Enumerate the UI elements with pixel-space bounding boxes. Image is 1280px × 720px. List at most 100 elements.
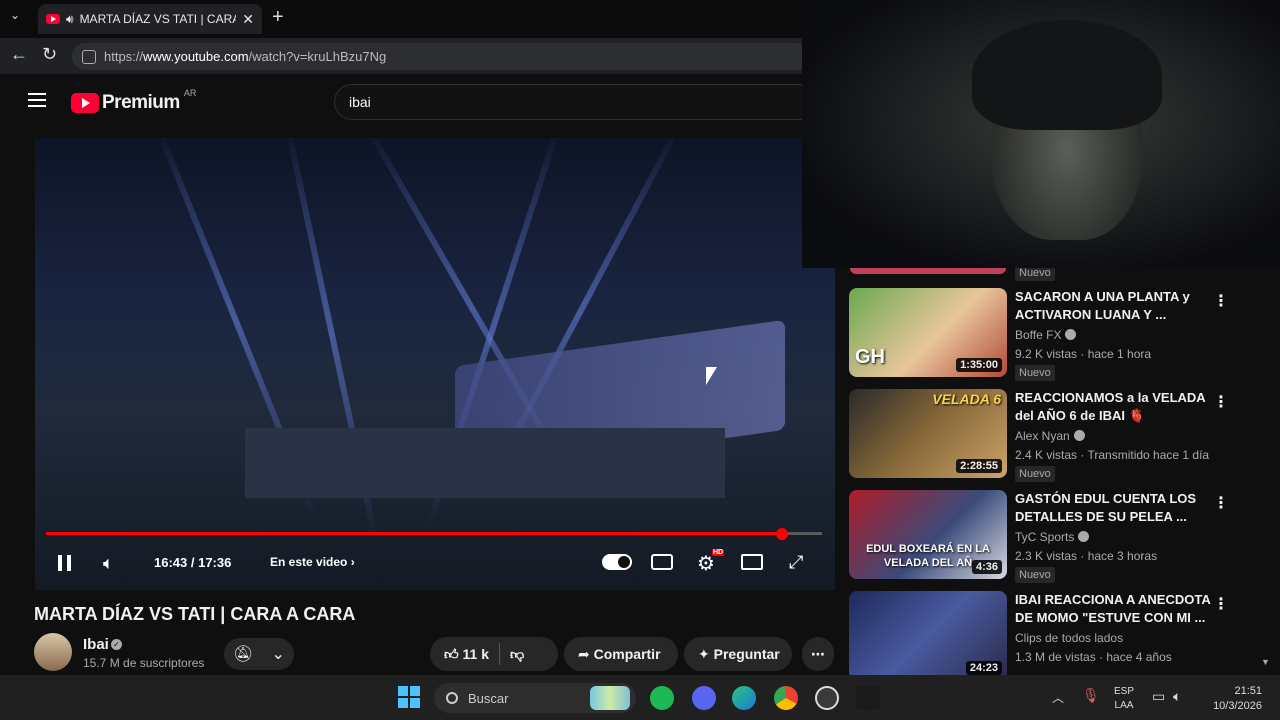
youtube-premium-logo[interactable]: Premium AR (71, 88, 196, 114)
like-button[interactable]: 👍︎ 11 k (444, 646, 489, 663)
thumbnail-text: GH (855, 346, 885, 368)
chevron-right-icon: › (350, 555, 355, 569)
spotify-icon[interactable] (650, 686, 674, 710)
miniplayer-icon[interactable] (741, 554, 763, 570)
search-input[interactable]: ibai (334, 84, 804, 120)
divider (499, 643, 501, 665)
tab-search-chevron-icon[interactable]: ⌄ (10, 8, 20, 22)
chevron-down-icon: ⌄ (271, 646, 285, 663)
region-code: AR (183, 88, 197, 98)
input-language[interactable]: ESP LAA (1114, 685, 1134, 713)
reload-icon[interactable]: ↻ (42, 44, 57, 65)
obs-icon[interactable] (815, 686, 839, 710)
url-domain: www.youtube.com (143, 49, 249, 64)
menu-icon[interactable] (28, 93, 46, 107)
webcam-overlay (802, 0, 1280, 268)
video-title[interactable]: REACCIONAMOS a la VELADA del AÑO 6 de IB… (1015, 389, 1215, 425)
channel-name[interactable]: Boffe FX (1015, 328, 1077, 342)
video-title[interactable]: SACARON A UNA PLANTA y ACTIVARON LUANA Y… (1015, 288, 1215, 324)
video-thumbnail[interactable]: VELADA 6 2:28:55 (849, 389, 1007, 478)
ask-label: Preguntar (713, 646, 780, 662)
verified-check-icon: ✓ (111, 639, 122, 650)
thumbnail-text: VELADA 6 (932, 391, 1001, 407)
video-meta: 1.3 M de vistas · hace 4 años (1015, 650, 1172, 664)
more-vert-icon[interactable]: ⋮ (1213, 392, 1229, 412)
previous-item-thumbnail[interactable] (850, 268, 1006, 274)
edge-icon[interactable] (732, 686, 756, 710)
url-prefix: https:// (104, 49, 144, 64)
autoplay-toggle[interactable] (602, 554, 632, 570)
duration-badge: 4:36 (971, 560, 1002, 574)
pause-icon[interactable] (58, 555, 72, 571)
video-title[interactable]: IBAI REACCIONA A ANECDOTA DE MOMO "ESTUV… (1015, 591, 1215, 627)
new-badge: Nuevo (1015, 567, 1055, 583)
related-video-item[interactable]: EDUL BOXEARÁ EN LA VELADA DEL AÑ 4:36 GA… (849, 490, 1269, 583)
more-vert-icon[interactable]: ⋮ (1213, 291, 1229, 311)
notification-bell-button[interactable]: 🔕︎ ⌄ (224, 638, 294, 670)
chrome-icon[interactable] (774, 686, 798, 710)
new-badge: Nuevo (1015, 365, 1055, 381)
lang-line-1: ESP (1114, 686, 1135, 697)
channel-name[interactable]: Ibai (83, 636, 109, 653)
new-tab-icon[interactable]: + (272, 6, 284, 29)
video-player[interactable] (35, 138, 835, 590)
fullscreen-icon[interactable]: ⤢ (789, 552, 803, 573)
back-arrow-icon[interactable]: ← (10, 44, 28, 65)
clock-date: 10/3/2026 (1213, 700, 1262, 712)
hd-badge: HD (712, 549, 725, 556)
clock[interactable]: 21:51 10/3/2026 (1202, 684, 1262, 714)
related-video-item[interactable]: VELADA 6 2:28:55 REACCIONAMOS a la VELAD… (849, 389, 1269, 482)
video-meta: 2.4 K vistas · Transmitido hace 1 día (1015, 448, 1210, 462)
share-button[interactable]: ➦ Compartir (564, 637, 678, 671)
channel-name[interactable]: Alex Nyan (1015, 429, 1085, 443)
volume-tray-icon[interactable]: 🔈︎ (1173, 688, 1181, 705)
microphone-icon[interactable]: 🎙︎ (1082, 687, 1100, 704)
youtube-play-logo-icon (71, 93, 99, 113)
video-meta: 2.3 K vistas · hace 3 horas (1015, 549, 1158, 563)
related-video-item[interactable]: 24:23 IBAI REACCIONA A ANECDOTA DE MOMO … (849, 591, 1269, 680)
channel-name[interactable]: TyC Sports (1015, 530, 1090, 544)
discord-icon[interactable] (692, 686, 716, 710)
video-thumbnail[interactable]: GH 1:35:00 (849, 288, 1007, 377)
more-vert-icon[interactable]: ⋮ (1213, 493, 1229, 513)
tray-chevron-up-icon[interactable]: ︿ (1052, 689, 1064, 706)
ask-button[interactable]: ✦ Preguntar (684, 637, 792, 671)
search-highlight-image (590, 686, 630, 710)
chapters-button[interactable]: En este video › (270, 555, 355, 569)
thumbs-up-icon: 👍︎ (444, 645, 459, 662)
taskbar-search-placeholder: Buscar (468, 690, 509, 706)
volume-icon[interactable]: 🔈︎ (103, 553, 114, 574)
new-badge: Nuevo (1015, 466, 1055, 482)
duration-badge: 1:35:00 (956, 358, 1002, 372)
windows-start-icon[interactable] (398, 686, 420, 708)
network-icon[interactable]: ▭ (1152, 688, 1165, 705)
channel-name[interactable]: Clips de todos lados (1015, 631, 1123, 645)
speaker-icon[interactable]: 🔊︎ (66, 12, 74, 27)
taskbar-search[interactable]: Buscar (434, 683, 636, 713)
related-video-item[interactable]: GH 1:35:00 SACARON A UNA PLANTA y ACTIVA… (849, 288, 1269, 381)
more-actions-icon[interactable]: ⋯ (802, 637, 834, 671)
dislike-button[interactable]: 👎︎ (510, 646, 524, 663)
subtitles-icon[interactable] (651, 554, 673, 570)
time-display: 16:43 / 17:36 (154, 555, 232, 570)
app-icon[interactable] (856, 686, 880, 710)
progress-scrubber-handle[interactable] (776, 528, 788, 540)
sidebar-scrollbar[interactable] (1270, 270, 1280, 670)
url-field[interactable]: https://www.youtube.com/watch?v=kruLhBzu… (72, 43, 812, 70)
tab-title: MARTA DÍAZ VS TATI | CARA A (79, 12, 237, 26)
more-vert-icon[interactable]: ⋮ (1213, 594, 1229, 614)
duration-badge: 2:28:55 (956, 459, 1002, 473)
browser-tab[interactable]: 🔊︎ MARTA DÍAZ VS TATI | CARA A ✕ (38, 4, 262, 34)
like-dislike-group: 👍︎ 11 k 👎︎ (430, 637, 558, 671)
video-thumbnail[interactable]: 24:23 (849, 591, 1007, 680)
scroll-down-arrow-icon[interactable]: ▼ (1261, 657, 1270, 667)
close-tab-icon[interactable]: ✕ (242, 11, 254, 28)
logo-text: Premium (102, 92, 180, 113)
bell-off-icon: 🔕︎ (233, 646, 254, 663)
duration-badge: 24:23 (965, 661, 1002, 675)
video-title[interactable]: GASTÓN EDUL CUENTA LOS DETALLES DE SU PE… (1015, 490, 1215, 526)
channel-avatar[interactable] (34, 633, 72, 671)
video-thumbnail[interactable]: EDUL BOXEARÁ EN LA VELADA DEL AÑ 4:36 (849, 490, 1007, 579)
chapters-label: En este video (270, 555, 348, 569)
site-info-icon[interactable] (82, 49, 96, 64)
